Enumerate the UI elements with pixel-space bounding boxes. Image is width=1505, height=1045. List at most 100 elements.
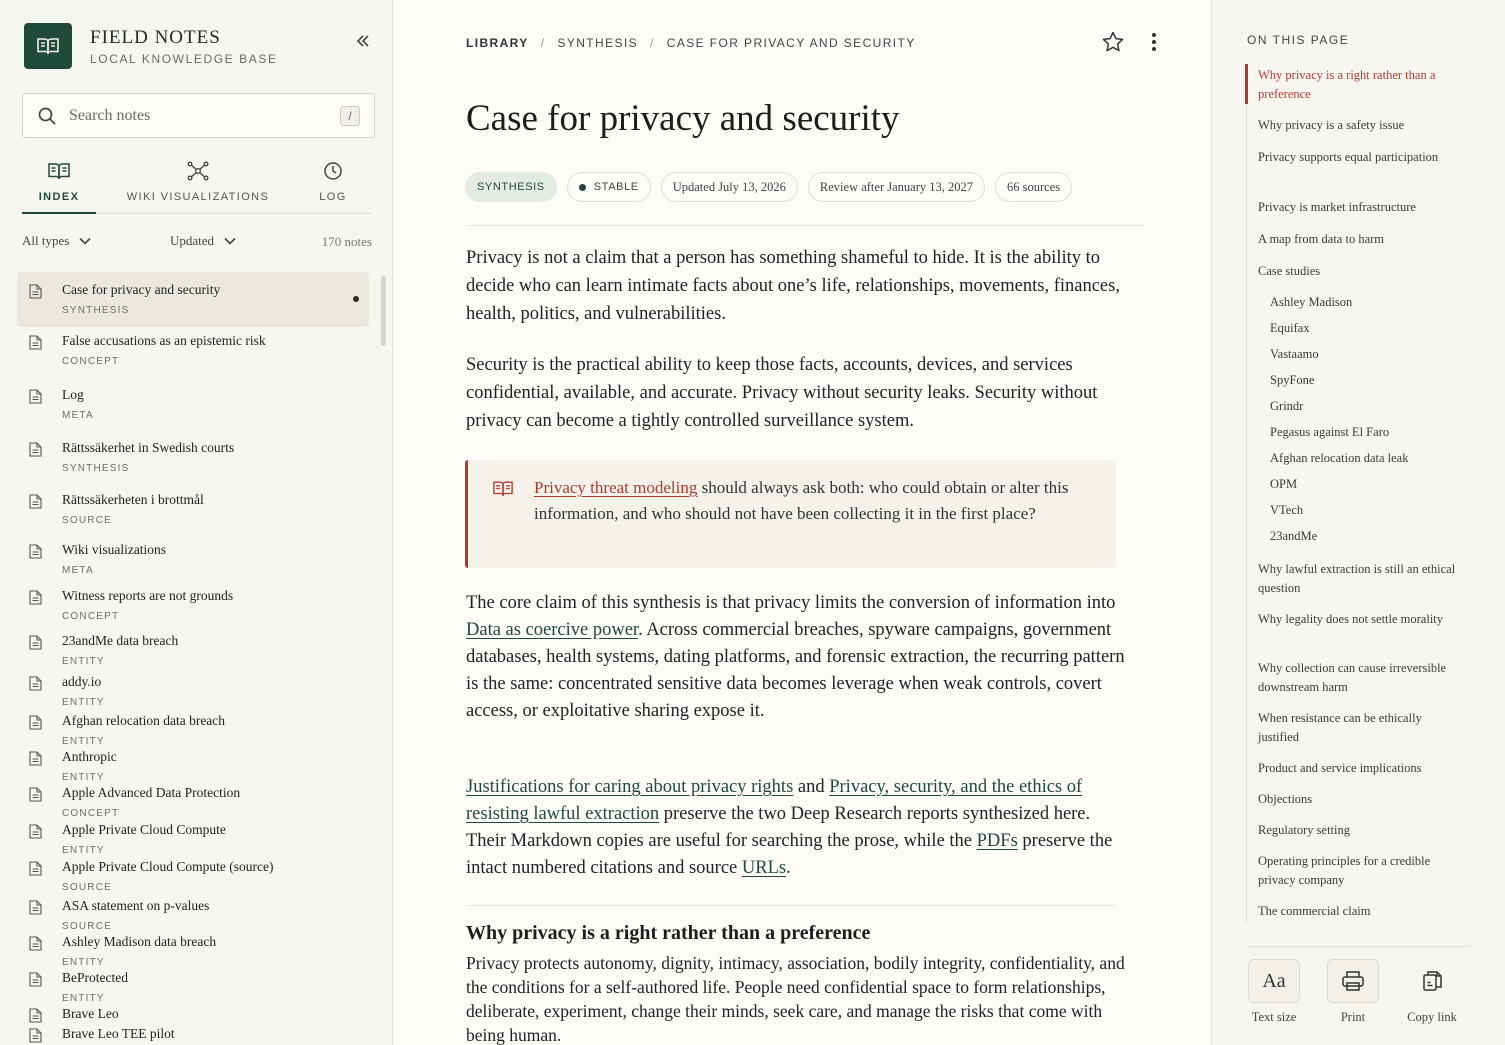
note-title: addy.io [62,674,102,689]
tab-index[interactable]: INDEX [22,160,96,214]
star-icon[interactable] [1101,30,1125,54]
toc-item[interactable]: Operating principles for a credible priv… [1258,852,1458,890]
sources-badge[interactable]: 66 sources [994,172,1073,202]
note-title: Rättssäkerhet in Swedish courts [62,440,235,455]
toc-item[interactable]: Case studies [1258,262,1458,281]
toc-rail [1246,64,1247,924]
note-title: ASA statement on p-values [62,898,210,913]
toc-subitem[interactable]: Pegasus against El Faro [1270,423,1460,442]
search-box[interactable]: / [22,93,375,138]
toc-item[interactable]: Objections [1258,790,1458,809]
sort-dropdown[interactable]: Updated [170,233,236,249]
toc-subitem[interactable]: Vastaamo [1270,345,1460,364]
note-list-item[interactable]: Wiki visualizations META [17,542,369,576]
toc-item[interactable]: Privacy supports equal participation [1258,148,1458,167]
note-title: Witness reports are not grounds [62,588,234,603]
toc-item[interactable]: When resistance can be ethically justifi… [1258,709,1458,747]
toc-item[interactable]: Why lawful extraction is still an ethica… [1258,560,1458,598]
note-count: 170 notes [321,234,372,249]
note-list-item[interactable]: Ashley Madison data breach ENTITY [17,934,369,968]
text-size-button[interactable]: Aa Text size [1246,959,1302,1025]
divider [1246,946,1470,947]
toc-item[interactable]: Why privacy is a safety issue [1258,116,1458,135]
note-list-item[interactable]: Apple Advanced Data Protection CONCEPT [17,785,369,819]
status-dot [578,183,586,191]
note-type: ENTITY [62,993,105,1004]
note-list-item[interactable]: Rättssäkerhet in Swedish courts SYNTHESIS [17,440,369,474]
type-filter-dropdown[interactable]: All types [22,233,91,249]
toc-item[interactable]: Why collection can cause irreversible do… [1258,659,1458,697]
note-list-scrollbar[interactable] [381,276,386,346]
toc-item[interactable]: A map from data to harm [1258,230,1458,249]
note-type: ENTITY [62,772,105,783]
toc-subitem[interactable]: 23andMe [1270,527,1460,546]
note-list-item[interactable]: Rättssäkerheten i brottmål SOURCE [17,492,369,526]
pdfs-link[interactable]: PDFs [977,831,1018,851]
chevron-down-icon [224,237,236,245]
note-list-item[interactable]: Log META [17,387,369,421]
toc-item[interactable]: Privacy is market infrastructure [1258,198,1458,217]
copy-link-button[interactable]: Copy link [1402,959,1462,1025]
toc-item[interactable]: Why legality does not settle morality [1258,610,1458,629]
note-type: META [62,410,94,421]
toc-item[interactable]: Product and service implications [1258,759,1458,778]
note-type: ENTITY [62,656,105,667]
note-list-item[interactable]: ASA statement on p-values SOURCE [17,898,369,932]
paragraph-security: Security is the practical ability to kee… [466,355,1098,431]
note-title: Anthropic [62,749,117,764]
brand[interactable]: FIELD NOTES LOCAL KNOWLEDGE BASE [24,23,278,69]
note-list-item[interactable]: 23andMe data breach ENTITY [17,633,369,667]
copy-link-label: Copy link [1407,1010,1457,1024]
breadcrumb-current: CASE FOR PRIVACY AND SECURITY [666,36,916,50]
toc-subitem[interactable]: OPM [1270,475,1460,494]
urls-link[interactable]: URLs [742,858,786,878]
tab-log[interactable]: LOG [310,160,356,214]
breadcrumb-separator: / [650,36,655,50]
more-options-icon[interactable] [1146,30,1162,54]
justifications-link[interactable]: Justifications for caring about privacy … [466,777,793,797]
document-icon [29,1028,42,1043]
note-type: SYNTHESIS [62,463,130,474]
privacy-threat-modeling-link[interactable]: Privacy threat modeling [534,478,697,497]
collapse-sidebar-icon[interactable] [352,30,374,52]
document-icon [29,544,42,559]
tab-wiki-visualizations[interactable]: WIKI VISUALIZATIONS [126,160,270,214]
note-list-item[interactable]: Anthropic ENTITY [17,749,369,783]
note-title: Apple Private Cloud Compute [62,822,226,837]
breadcrumb-library[interactable]: LIBRARY [466,36,529,50]
note-list-item[interactable]: Afghan relocation data breach ENTITY [17,713,369,747]
note-type: SOURCE [62,882,112,893]
note-list-item[interactable]: Case for privacy and security SYNTHESIS [17,272,369,327]
document-icon [29,590,42,605]
section-paragraph: Privacy protects autonomy, dignity, inti… [466,953,1125,1045]
toc-item[interactable]: Why privacy is a right rather than a pre… [1258,66,1458,104]
tab-index-label: INDEX [38,191,80,203]
toc-subitem[interactable]: Grindr [1270,397,1460,416]
toc-subitem[interactable]: Equifax [1270,319,1460,338]
note-type: ENTITY [62,736,105,747]
callout: Privacy threat modeling should always as… [465,460,1116,568]
toc-subitem[interactable]: Afghan relocation data leak [1270,449,1460,468]
note-list-item[interactable]: Witness reports are not grounds CONCEPT [17,588,369,622]
note-list-item[interactable]: addy.io ENTITY [17,674,369,708]
section-heading: Why privacy is a right rather than a pre… [466,922,871,944]
search-input[interactable] [69,106,319,125]
printer-icon [1327,959,1379,1003]
breadcrumb-synthesis[interactable]: SYNTHESIS [557,36,638,50]
note-list-item[interactable]: Apple Private Cloud Compute (source) SOUR… [17,859,369,893]
print-button[interactable]: Print [1327,959,1379,1025]
toc-subitem[interactable]: SpyFone [1270,371,1460,390]
data-as-coercive-power-link[interactable]: Data as coercive power [466,620,638,640]
note-type: CONCEPT [62,808,120,819]
toc-item[interactable]: Regulatory setting [1258,821,1458,840]
document-icon [29,861,42,876]
note-list-item[interactable]: BeProtected ENTITY [17,970,369,1004]
page-title: Case for privacy and security [466,98,900,139]
document-icon [29,715,42,730]
toc-subitem[interactable]: Ashley Madison [1270,293,1460,312]
note-list-item[interactable]: Brave Leo TEE pilot [17,1026,369,1045]
toc-subitem[interactable]: VTech [1270,501,1460,520]
toc-item[interactable]: The commercial claim [1258,902,1458,921]
note-list-item[interactable]: False accusations as an epistemic risk CO… [17,333,369,367]
note-list-item[interactable]: Apple Private Cloud Compute ENTITY [17,822,369,856]
